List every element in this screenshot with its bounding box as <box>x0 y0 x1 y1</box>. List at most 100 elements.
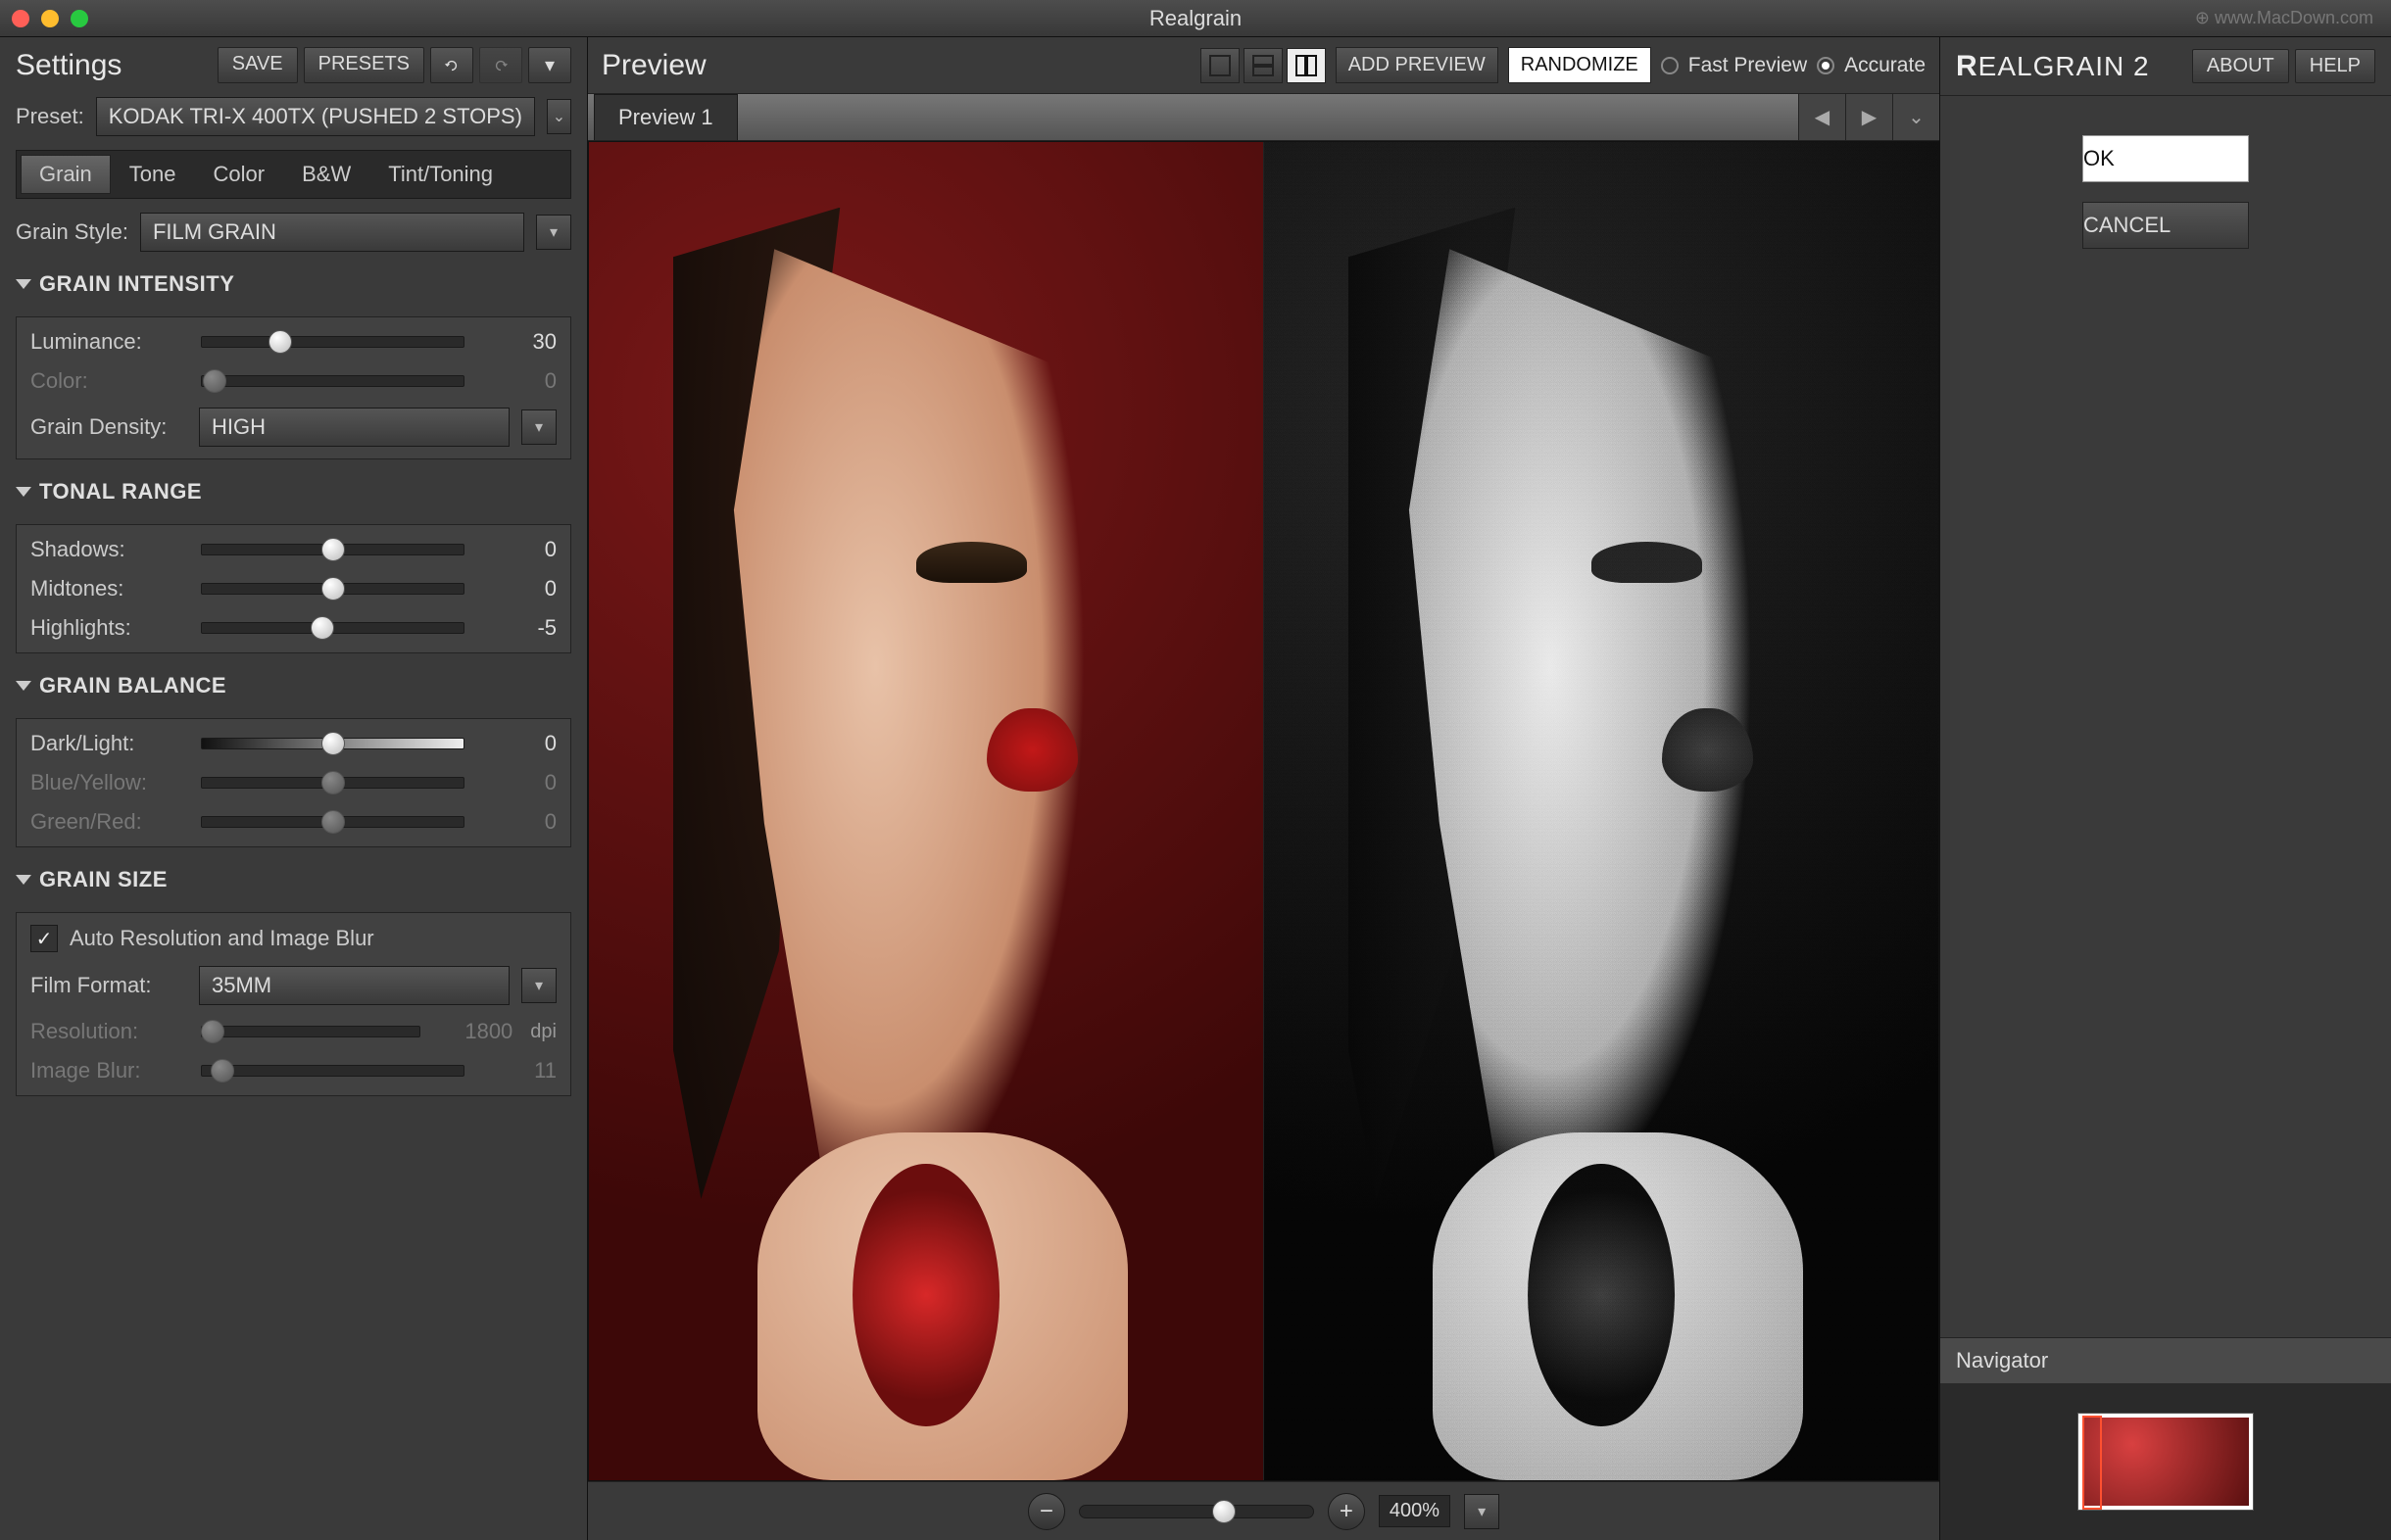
resolution-slider <box>201 1026 420 1037</box>
view-split-v-button[interactable] <box>1287 48 1326 83</box>
zoom-value[interactable]: 400% <box>1379 1495 1450 1527</box>
preset-dropdown-button[interactable]: ⌄ <box>547 99 571 134</box>
fast-preview-radio[interactable]: Fast Preview <box>1661 54 1807 77</box>
grain-style-dropdown-button[interactable]: ▾ <box>536 215 571 250</box>
chevron-down-icon <box>16 279 31 289</box>
dark-light-value: 0 <box>478 731 557 756</box>
navigator-viewport-rect[interactable] <box>2082 1416 2102 1510</box>
midtones-value: 0 <box>478 576 557 602</box>
grain-density-label: Grain Density: <box>30 414 187 440</box>
chevron-down-icon <box>16 681 31 691</box>
preset-value: KODAK TRI-X 400TX (PUSHED 2 STOPS) <box>109 104 522 129</box>
preset-label: Preset: <box>16 104 84 129</box>
luminance-label: Luminance: <box>30 329 187 355</box>
watermark: ⊕ www.MacDown.com <box>2195 8 2373 28</box>
preview-panel: Preview ADD PREVIEW RANDOMIZE Fast Previ… <box>588 37 1940 1540</box>
shadows-slider[interactable] <box>201 544 464 555</box>
film-format-label: Film Format: <box>30 973 187 998</box>
minimize-window-button[interactable] <box>41 10 59 27</box>
tab-grain[interactable]: Grain <box>21 155 111 194</box>
image-blur-value: 11 <box>478 1058 557 1083</box>
zoom-window-button[interactable] <box>71 10 88 27</box>
grain-style-label: Grain Style: <box>16 219 128 245</box>
settings-tabs: Grain Tone Color B&W Tint/Toning <box>16 150 571 199</box>
zoom-in-button[interactable]: + <box>1328 1493 1365 1530</box>
cancel-button[interactable]: CANCEL <box>2082 202 2249 249</box>
preview-tab-prev-button[interactable]: ◀ <box>1798 94 1845 140</box>
close-window-button[interactable] <box>12 10 29 27</box>
tab-color[interactable]: Color <box>195 155 284 194</box>
green-red-value: 0 <box>478 809 557 835</box>
section-grain-balance[interactable]: GRAIN BALANCE <box>16 667 571 704</box>
highlights-value: -5 <box>478 615 557 641</box>
group-grain-balance: Dark/Light: 0 Blue/Yellow: 0 Green/Red: … <box>16 718 571 847</box>
radio-off-icon <box>1661 57 1679 74</box>
color-intensity-value: 0 <box>478 368 557 394</box>
luminance-slider[interactable] <box>201 336 464 348</box>
tab-tone[interactable]: Tone <box>111 155 195 194</box>
zoom-out-button[interactable]: − <box>1028 1493 1065 1530</box>
view-mode-group <box>1200 48 1326 83</box>
dark-light-slider[interactable] <box>201 738 464 749</box>
randomize-button[interactable]: RANDOMIZE <box>1508 47 1651 83</box>
ok-button[interactable]: OK <box>2082 135 2249 182</box>
preview-tabstrip: Preview 1 ◀ ▶ ⌄ <box>588 94 1939 141</box>
preview-processed-image <box>1264 142 1938 1480</box>
group-grain-intensity: Luminance: 30 Color: 0 Grain Density: HI… <box>16 316 571 459</box>
app-logo: REALGRAIN 2 <box>1956 50 2150 83</box>
preview-original-image <box>589 142 1264 1480</box>
green-red-slider <box>201 816 464 828</box>
save-button[interactable]: SAVE <box>218 47 298 83</box>
film-format-dropdown-button[interactable]: ▾ <box>521 968 557 1003</box>
redo-button[interactable] <box>479 47 522 83</box>
section-tonal-range[interactable]: TONAL RANGE <box>16 473 571 510</box>
highlights-label: Highlights: <box>30 615 187 641</box>
preview-tab-menu-button[interactable]: ⌄ <box>1892 94 1939 140</box>
add-preview-button[interactable]: ADD PREVIEW <box>1336 47 1498 83</box>
preview-title: Preview <box>602 49 707 82</box>
view-split-h-button[interactable] <box>1244 48 1283 83</box>
preset-select[interactable]: KODAK TRI-X 400TX (PUSHED 2 STOPS) <box>96 97 535 136</box>
group-tonal-range: Shadows: 0 Midtones: 0 Highlights: -5 <box>16 524 571 653</box>
blue-yellow-slider <box>201 777 464 789</box>
preview-tab-1[interactable]: Preview 1 <box>594 94 738 140</box>
zoom-dropdown-button[interactable]: ▾ <box>1464 1494 1499 1529</box>
highlights-slider[interactable] <box>201 622 464 634</box>
image-blur-label: Image Blur: <box>30 1058 187 1083</box>
section-grain-size[interactable]: GRAIN SIZE <box>16 861 571 898</box>
grain-density-select[interactable]: HIGH <box>199 408 510 447</box>
zoom-slider[interactable] <box>1079 1505 1314 1518</box>
midtones-slider[interactable] <box>201 583 464 595</box>
dark-light-label: Dark/Light: <box>30 731 187 756</box>
view-single-button[interactable] <box>1200 48 1240 83</box>
grain-density-dropdown-button[interactable]: ▾ <box>521 409 557 445</box>
navigator-thumbnail[interactable] <box>2077 1413 2254 1511</box>
color-intensity-label: Color: <box>30 368 187 394</box>
undo-button[interactable] <box>430 47 473 83</box>
settings-panel: Settings SAVE PRESETS ▾ Preset: KODAK TR… <box>0 37 588 1540</box>
help-button[interactable]: HELP <box>2295 49 2375 83</box>
film-format-select[interactable]: 35MM <box>199 966 510 1005</box>
auto-resolution-label: Auto Resolution and Image Blur <box>70 926 374 951</box>
group-grain-size: ✓ Auto Resolution and Image Blur Film Fo… <box>16 912 571 1096</box>
grain-style-select[interactable]: FILM GRAIN <box>140 213 524 252</box>
image-blur-slider <box>201 1065 464 1077</box>
right-panel: REALGRAIN 2 ABOUT HELP OK CANCEL Navigat… <box>1940 37 2391 1540</box>
presets-button[interactable]: PRESETS <box>304 47 424 83</box>
accurate-radio[interactable]: Accurate <box>1817 54 1926 77</box>
section-grain-intensity[interactable]: GRAIN INTENSITY <box>16 265 571 303</box>
preview-tab-next-button[interactable]: ▶ <box>1845 94 1892 140</box>
window-controls <box>12 10 88 27</box>
color-intensity-slider <box>201 375 464 387</box>
resolution-unit: dpi <box>530 1021 557 1043</box>
navigator-panel: Navigator <box>1940 1337 2391 1540</box>
tab-bw[interactable]: B&W <box>283 155 369 194</box>
navigator-title: Navigator <box>1940 1338 2391 1383</box>
preview-canvas[interactable] <box>588 141 1939 1481</box>
history-dropdown-button[interactable]: ▾ <box>528 47 571 83</box>
midtones-label: Midtones: <box>30 576 187 602</box>
chevron-down-icon <box>16 487 31 497</box>
auto-resolution-checkbox[interactable]: ✓ <box>30 925 58 952</box>
about-button[interactable]: ABOUT <box>2192 49 2289 83</box>
tab-tint[interactable]: Tint/Toning <box>369 155 512 194</box>
